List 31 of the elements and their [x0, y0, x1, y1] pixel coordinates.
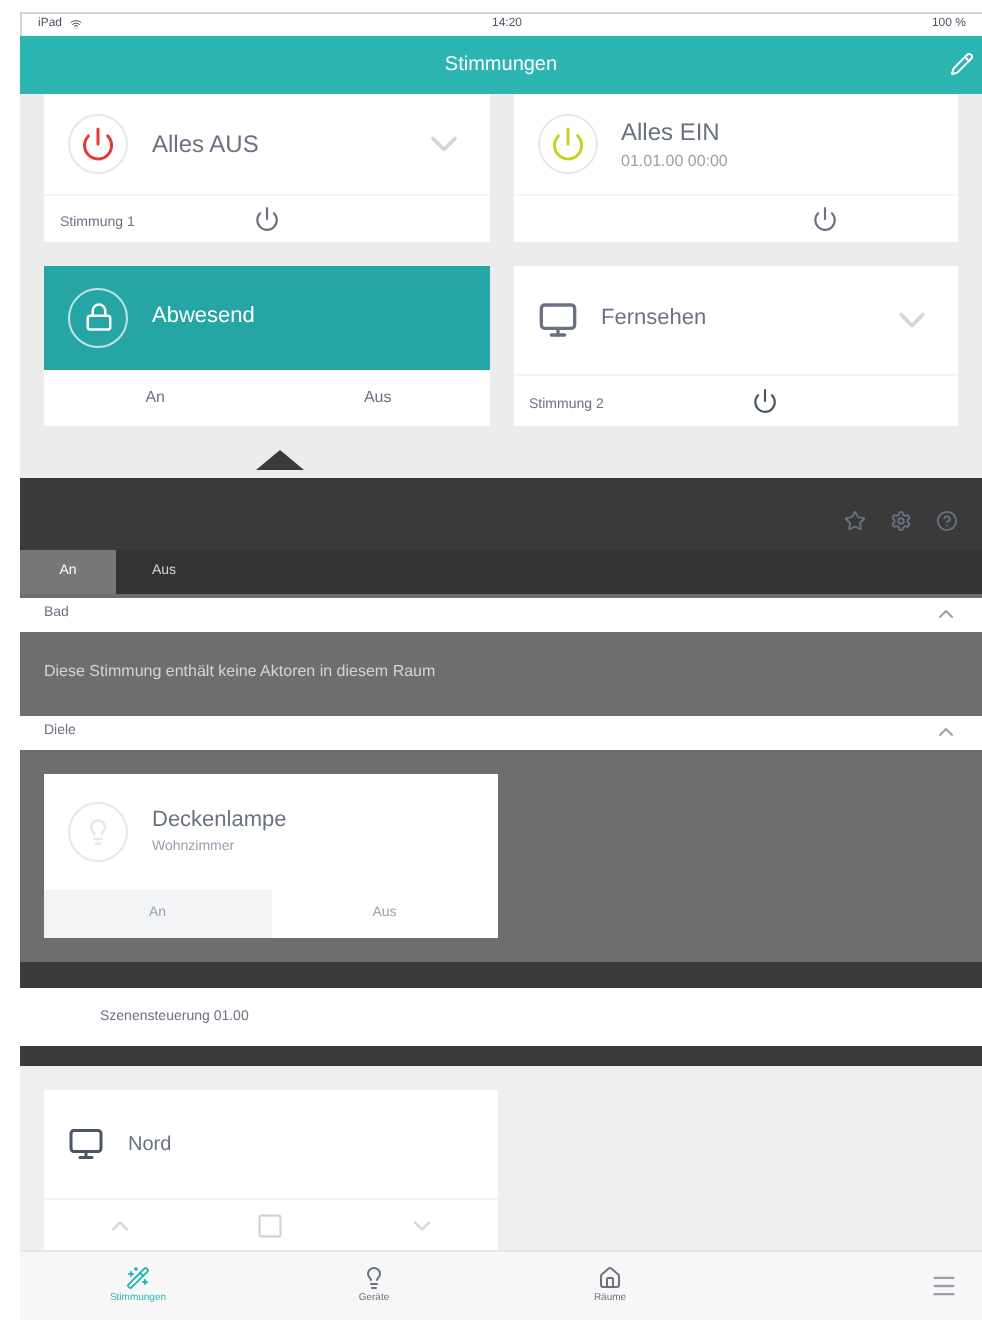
device-name: Deckenlampe: [152, 806, 287, 837]
help-icon[interactable]: [936, 509, 958, 532]
stop-icon[interactable]: [256, 1211, 285, 1240]
star-icon[interactable]: [844, 509, 866, 532]
monitor-icon: [537, 299, 577, 340]
bulb-icon: [362, 1265, 386, 1290]
off-button[interactable]: Aus: [266, 369, 489, 426]
scene-card[interactable]: Alles EIN 01.01.00 00:00: [513, 93, 958, 242]
scene-name: Alles EIN: [621, 115, 722, 150]
empty-message: Diese Stimmung enthält keine Aktoren in diesem Raum: [44, 659, 436, 684]
scene-card[interactable]: Abwesend An Aus: [44, 265, 489, 426]
blind-card[interactable]: Nord: [44, 1090, 498, 1251]
power-icon[interactable]: [253, 205, 280, 232]
power-icon[interactable]: [752, 387, 779, 414]
lock-icon: [68, 287, 128, 348]
scene-name: Alles AUS: [152, 127, 261, 162]
menu-icon[interactable]: [930, 1272, 958, 1301]
on-button[interactable]: An: [44, 369, 267, 426]
settings-icon[interactable]: [890, 509, 912, 532]
edit-icon[interactable]: [950, 52, 974, 77]
power-icon[interactable]: [812, 205, 839, 232]
header-title: Stimmungen: [444, 51, 558, 80]
bulb-icon: [68, 801, 128, 862]
device-name: Nord: [128, 1131, 172, 1160]
house-icon: [598, 1265, 622, 1290]
scene-timestamp: 01.01.00 00:00: [621, 149, 730, 174]
wand-icon: [126, 1265, 150, 1290]
blind-icon: [68, 1126, 104, 1163]
scene-name: Fernsehen: [601, 304, 709, 335]
scene-name: Abwesend: [152, 302, 257, 333]
wifi-icon: [70, 18, 83, 31]
